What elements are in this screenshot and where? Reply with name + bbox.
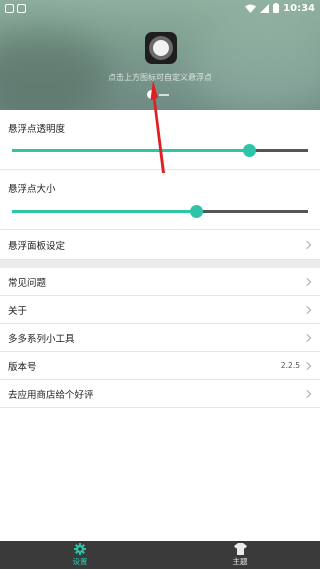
section-divider bbox=[0, 260, 320, 268]
wifi-icon bbox=[245, 4, 257, 13]
menu-item-about[interactable]: 关于 bbox=[0, 296, 320, 324]
size-slider-fill bbox=[12, 210, 196, 213]
size-slider-thumb[interactable] bbox=[189, 205, 203, 218]
menu-item-label: 关于 bbox=[8, 305, 28, 317]
notification-icons bbox=[5, 3, 26, 13]
chevron-right-icon bbox=[302, 333, 312, 342]
tab-settings[interactable]: 设置 bbox=[0, 541, 160, 569]
menu-list: 常见问题 关于 多多系列小工具 版本号 2.2.5 去应用商店给个好评 bbox=[0, 268, 320, 408]
size-slider[interactable] bbox=[12, 205, 308, 218]
slider-row-size: 悬浮点大小 bbox=[0, 170, 320, 230]
menu-item-faq[interactable]: 常见问题 bbox=[0, 268, 320, 296]
menu-item-label: 常见问题 bbox=[8, 277, 47, 289]
menu-item-rate[interactable]: 去应用商店给个好评 bbox=[0, 380, 320, 408]
chevron-right-icon bbox=[302, 277, 312, 286]
chevron-right-icon bbox=[302, 305, 312, 314]
tab-theme-label: 主题 bbox=[232, 557, 248, 566]
menu-item-tools[interactable]: 多多系列小工具 bbox=[0, 324, 320, 352]
battery-icon bbox=[273, 3, 280, 13]
version-value: 2.2.5 bbox=[280, 361, 300, 370]
chevron-right-icon bbox=[302, 361, 312, 370]
menu-item-label: 多多系列小工具 bbox=[8, 333, 75, 345]
menu-item-label: 版本号 bbox=[8, 361, 37, 373]
bottom-navigation: 设置 主题 bbox=[0, 541, 320, 569]
panel-settings-label: 悬浮面板设定 bbox=[8, 240, 66, 252]
tab-settings-label: 设置 bbox=[72, 557, 88, 566]
status-time: 10:34 bbox=[283, 2, 315, 14]
shirt-icon bbox=[233, 543, 247, 555]
menu-item-version[interactable]: 版本号 2.2.5 bbox=[0, 352, 320, 380]
hero-background-blur bbox=[0, 30, 110, 110]
floating-dot-icon bbox=[149, 36, 173, 60]
red-arrow-annotation bbox=[150, 80, 165, 173]
menu-item-label: 去应用商店给个好评 bbox=[8, 389, 94, 401]
notification-icon bbox=[17, 3, 26, 13]
signal-icon bbox=[260, 3, 270, 13]
chevron-right-icon bbox=[302, 389, 312, 398]
panel-settings-row[interactable]: 悬浮面板设定 bbox=[0, 230, 320, 260]
opacity-slider-thumb[interactable] bbox=[242, 144, 256, 157]
tab-theme[interactable]: 主题 bbox=[160, 541, 320, 569]
opacity-slider-fill bbox=[12, 149, 249, 152]
chevron-right-icon bbox=[302, 240, 312, 249]
notification-icon bbox=[5, 3, 14, 13]
slider-label-size: 悬浮点大小 bbox=[8, 184, 56, 195]
slider-label-opacity: 悬浮点透明度 bbox=[8, 124, 66, 135]
status-bar: 10:34 bbox=[0, 0, 320, 16]
floating-dot-preview-button[interactable] bbox=[145, 32, 177, 64]
hero-background-blur bbox=[190, 10, 320, 110]
gear-icon bbox=[74, 543, 86, 555]
